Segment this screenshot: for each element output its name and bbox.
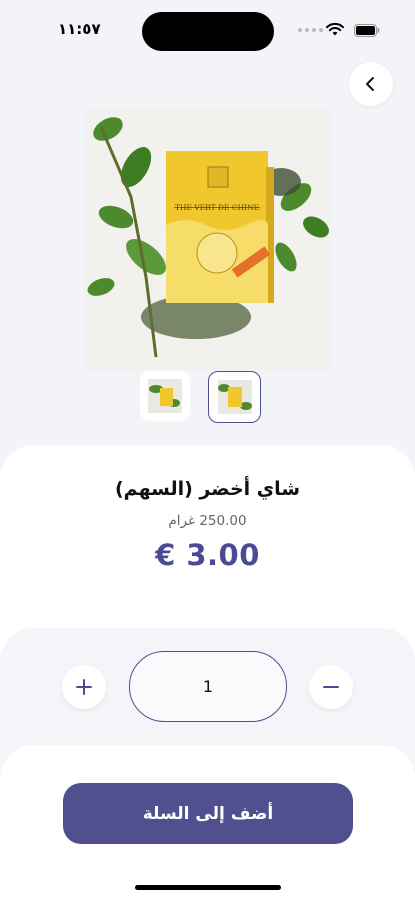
thumbnail-2-selected[interactable] <box>208 371 261 423</box>
decrease-quantity-button[interactable] <box>309 665 353 709</box>
status-bar: ١١:٥٧ <box>0 0 415 60</box>
back-button[interactable] <box>349 62 393 106</box>
product-name: شاي أخضر (السهم) <box>115 478 300 500</box>
product-weight: 250.00 غرام <box>168 513 247 529</box>
product-price: € 3.00 <box>155 538 260 572</box>
wifi-icon <box>326 22 344 36</box>
add-to-cart-button[interactable]: أضف إلى السلة <box>63 783 353 844</box>
thumbnail-1[interactable] <box>140 371 190 421</box>
home-indicator[interactable] <box>135 885 281 890</box>
chevron-left-icon <box>366 77 374 91</box>
product-image: THE VERT DE CHINE <box>86 107 330 370</box>
quantity-field[interactable]: 1 <box>129 651 287 722</box>
dynamic-island <box>142 12 274 51</box>
signal-icon <box>298 28 323 32</box>
status-time: ١١:٥٧ <box>58 20 101 38</box>
minus-icon <box>323 686 339 688</box>
battery-icon <box>354 24 380 37</box>
package-label: THE VERT DE CHINE <box>175 203 259 212</box>
plus-icon <box>76 679 92 695</box>
increase-quantity-button[interactable] <box>62 665 106 709</box>
